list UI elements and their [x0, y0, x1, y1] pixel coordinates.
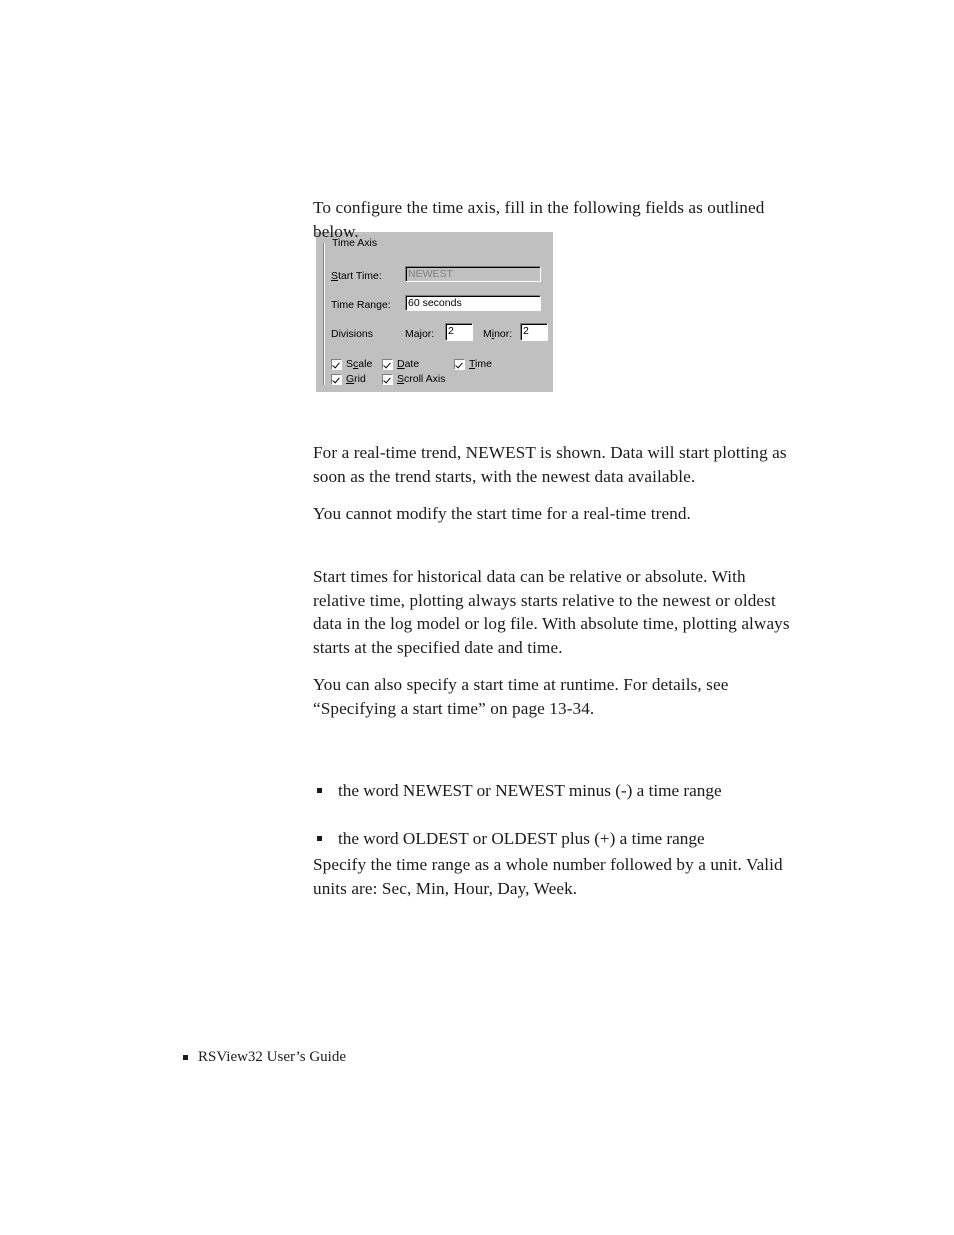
minor-label-post: nor:: [494, 328, 513, 340]
checkmark-icon[interactable]: [382, 359, 393, 370]
scale-label-post: ale: [358, 358, 373, 370]
checkbox-grid-label: Grid: [346, 373, 366, 386]
bullet-list: the word NEWEST or NEWEST minus (-) a ti…: [313, 779, 795, 850]
scroll-axis-label-post: croll Axis: [404, 373, 446, 385]
bullet-block: the word NEWEST or NEWEST minus (-) a ti…: [313, 779, 795, 850]
page-footer: RSView32 User’s Guide: [183, 1047, 346, 1067]
minor-divisions-input[interactable]: 2: [520, 323, 548, 341]
checkbox-time-label: Time: [469, 358, 492, 371]
time-range-label: Time Range:: [331, 299, 391, 311]
start-time-label-rest: tart Time:: [338, 270, 382, 282]
historical-paragraph-2: You can also specify a start time at run…: [313, 675, 729, 718]
historical-paragraph-1: Start times for historical data can be r…: [313, 567, 790, 657]
minor-divisions-value: 2: [523, 325, 529, 337]
document-page: Time Axis Start Time: NEWEST Time Range:…: [0, 0, 954, 1235]
checkmark-icon[interactable]: [331, 359, 342, 370]
scroll-axis-label-accel: S: [397, 373, 405, 385]
minor-divisions-label: Minor:: [483, 328, 512, 341]
list-item: the word OLDEST or OLDEST plus (+) a tim…: [313, 827, 795, 851]
square-bullet-icon: [183, 1054, 188, 1060]
date-label-post: ate: [404, 358, 420, 370]
groupbox-border-highlight: [324, 243, 325, 385]
time-axis-dialog-figure: Time Axis Start Time: NEWEST Time Range:…: [316, 232, 553, 392]
minor-label-pre: M: [483, 328, 492, 340]
range-note-paragraph: Specify the time range as a whole number…: [313, 855, 783, 898]
date-label-accel: D: [397, 358, 405, 370]
time-range-input[interactable]: 60 seconds: [405, 295, 541, 311]
checkmark-icon[interactable]: [331, 374, 342, 385]
checkbox-grid[interactable]: Grid: [331, 373, 366, 386]
major-divisions-value: 2: [448, 325, 454, 337]
start-time-value: NEWEST: [408, 268, 453, 280]
range-note-block: Specify the time range as a whole number…: [313, 853, 795, 900]
realtime-paragraph-1: For a real-time trend, NEWEST is shown. …: [313, 443, 787, 486]
list-item-text: the word NEWEST or NEWEST minus (-) a ti…: [338, 781, 722, 800]
major-label-pre: Ma: [405, 328, 420, 340]
checkbox-time[interactable]: Time: [454, 358, 492, 371]
intro-block: To configure the time axis, fill in the …: [313, 196, 795, 243]
list-item: the word NEWEST or NEWEST minus (-) a ti…: [313, 779, 795, 803]
footer-text: RSView32 User’s Guide: [198, 1049, 346, 1065]
major-divisions-input[interactable]: 2: [445, 323, 473, 341]
grid-label-accel: G: [346, 373, 355, 385]
intro-paragraph: To configure the time axis, fill in the …: [313, 198, 765, 241]
start-time-input[interactable]: NEWEST: [405, 266, 541, 282]
time-range-value: 60 seconds: [408, 297, 462, 309]
square-bullet-icon: [317, 835, 322, 841]
checkmark-icon[interactable]: [454, 359, 465, 370]
list-item-text: the word OLDEST or OLDEST plus (+) a tim…: [338, 828, 705, 848]
checkbox-scroll-axis[interactable]: Scroll Axis: [382, 373, 445, 386]
realtime-paragraph-2: You cannot modify the start time for a r…: [313, 504, 691, 523]
realtime-block: For a real-time trend, NEWEST is shown. …: [313, 441, 795, 526]
grid-label-post: rid: [354, 373, 366, 385]
checkbox-scroll-axis-label: Scroll Axis: [397, 373, 445, 386]
checkbox-date-label: Date: [397, 358, 419, 371]
historical-block: Start times for historical data can be r…: [313, 565, 795, 720]
square-bullet-icon: [317, 788, 322, 793]
checkbox-date[interactable]: Date: [382, 358, 419, 371]
checkbox-scale-label: Scale: [346, 358, 372, 371]
checkmark-icon[interactable]: [382, 374, 393, 385]
time-axis-groupbox: Time Axis Start Time: NEWEST Time Range:…: [323, 237, 548, 386]
start-time-label: Start Time:: [331, 270, 382, 283]
divisions-label: Divisions: [331, 328, 374, 340]
major-divisions-label: Major:: [405, 328, 434, 341]
scale-label-pre: S: [346, 358, 354, 370]
time-label-post: ime: [475, 358, 492, 370]
major-label-post: or:: [421, 328, 435, 340]
checkbox-scale[interactable]: Scale: [331, 358, 372, 371]
start-time-label-accel: S: [331, 270, 339, 282]
